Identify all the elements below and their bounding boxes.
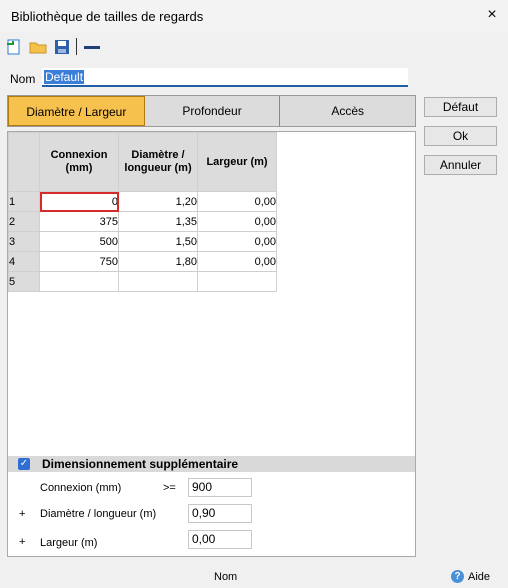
plus-icon: + (19, 508, 26, 520)
supplementary-checkbox[interactable]: ✓ (18, 458, 30, 470)
plus-icon: + (19, 536, 26, 548)
help-icon[interactable]: ? (451, 570, 464, 583)
name-value: Default (44, 70, 85, 84)
connexion-input[interactable]: 900 (188, 478, 252, 497)
sizes-table: Connexion (mm) Diamètre / longueur (m) L… (8, 132, 277, 292)
row-number: 1 (8, 191, 40, 212)
ok-button[interactable]: Ok (424, 126, 497, 146)
table-cell[interactable]: 375 (39, 211, 119, 232)
table-cell[interactable]: 500 (39, 231, 119, 252)
table-row: 4 750 1,80 0,00 (8, 251, 277, 272)
toolbar (0, 34, 508, 58)
table-cell[interactable] (39, 271, 119, 292)
status-bar: Nom ? Aide (0, 566, 508, 588)
save-icon[interactable] (53, 38, 71, 56)
new-icon[interactable] (5, 38, 23, 56)
tab-diametre-largeur[interactable]: Diamètre / Largeur (8, 96, 145, 126)
header-diametre: Diamètre / longueur (m) (118, 132, 198, 192)
table-row: 1 0 1,20 0,00 (8, 191, 277, 212)
name-label: Nom (10, 72, 36, 86)
header-connexion: Connexion (mm) (39, 132, 119, 192)
supplementary-header: ✓ Dimensionnement supplémentaire (8, 456, 415, 472)
dash-icon[interactable] (83, 38, 101, 56)
table-row: 3 500 1,50 0,00 (8, 231, 277, 252)
table-cell[interactable]: 1,20 (118, 191, 198, 212)
row-number: 3 (8, 231, 40, 252)
largeur-input[interactable]: 0,00 (188, 530, 252, 549)
table-cell[interactable]: 0,00 (197, 231, 277, 252)
table-cell[interactable]: 0,00 (197, 251, 277, 272)
table-cell[interactable]: 0,00 (197, 191, 277, 212)
name-input[interactable]: Default (42, 68, 408, 87)
open-folder-icon[interactable] (29, 38, 47, 56)
annuler-button[interactable]: Annuler (424, 155, 497, 175)
close-icon[interactable]: × (484, 6, 500, 24)
diametre-label: Diamètre / longueur (m) (40, 508, 157, 520)
tab-profondeur[interactable]: Profondeur (144, 96, 281, 126)
grid-corner (8, 132, 40, 192)
header-largeur: Largeur (m) (197, 132, 277, 192)
connexion-label: Connexion (mm) (40, 482, 122, 494)
table-cell[interactable] (118, 271, 198, 292)
table-row: 2 375 1,35 0,00 (8, 211, 277, 232)
table-cell[interactable]: 0,00 (197, 211, 277, 232)
largeur-label: Largeur (m) (40, 537, 98, 549)
row-number: 4 (8, 251, 40, 272)
table-cell[interactable] (197, 271, 277, 292)
diametre-input[interactable]: 0,90 (188, 504, 252, 523)
operator-label: >= (163, 482, 176, 494)
tab-bar: Diamètre / Largeur Profondeur Accès (7, 95, 416, 127)
tab-acces[interactable]: Accès (280, 96, 416, 126)
row-number: 5 (8, 271, 40, 292)
row-number: 2 (8, 211, 40, 232)
toolbar-separator (76, 38, 77, 55)
window-title: Bibliothèque de tailles de regards (11, 9, 204, 24)
table-cell[interactable]: 1,50 (118, 231, 198, 252)
help-label[interactable]: Aide (468, 571, 490, 583)
table-cell[interactable]: 1,80 (118, 251, 198, 272)
title-bar: Bibliothèque de tailles de regards × (0, 0, 508, 32)
table-row: 5 (8, 271, 277, 292)
defaut-button[interactable]: Défaut (424, 97, 497, 117)
status-text: Nom (214, 571, 238, 583)
table-cell[interactable]: 1,35 (118, 211, 198, 232)
grid-panel: Connexion (mm) Diamètre / longueur (m) L… (7, 131, 416, 557)
supplementary-label: Dimensionnement supplémentaire (42, 457, 239, 471)
table-cell[interactable]: 0 (39, 191, 119, 212)
table-cell[interactable]: 750 (39, 251, 119, 272)
